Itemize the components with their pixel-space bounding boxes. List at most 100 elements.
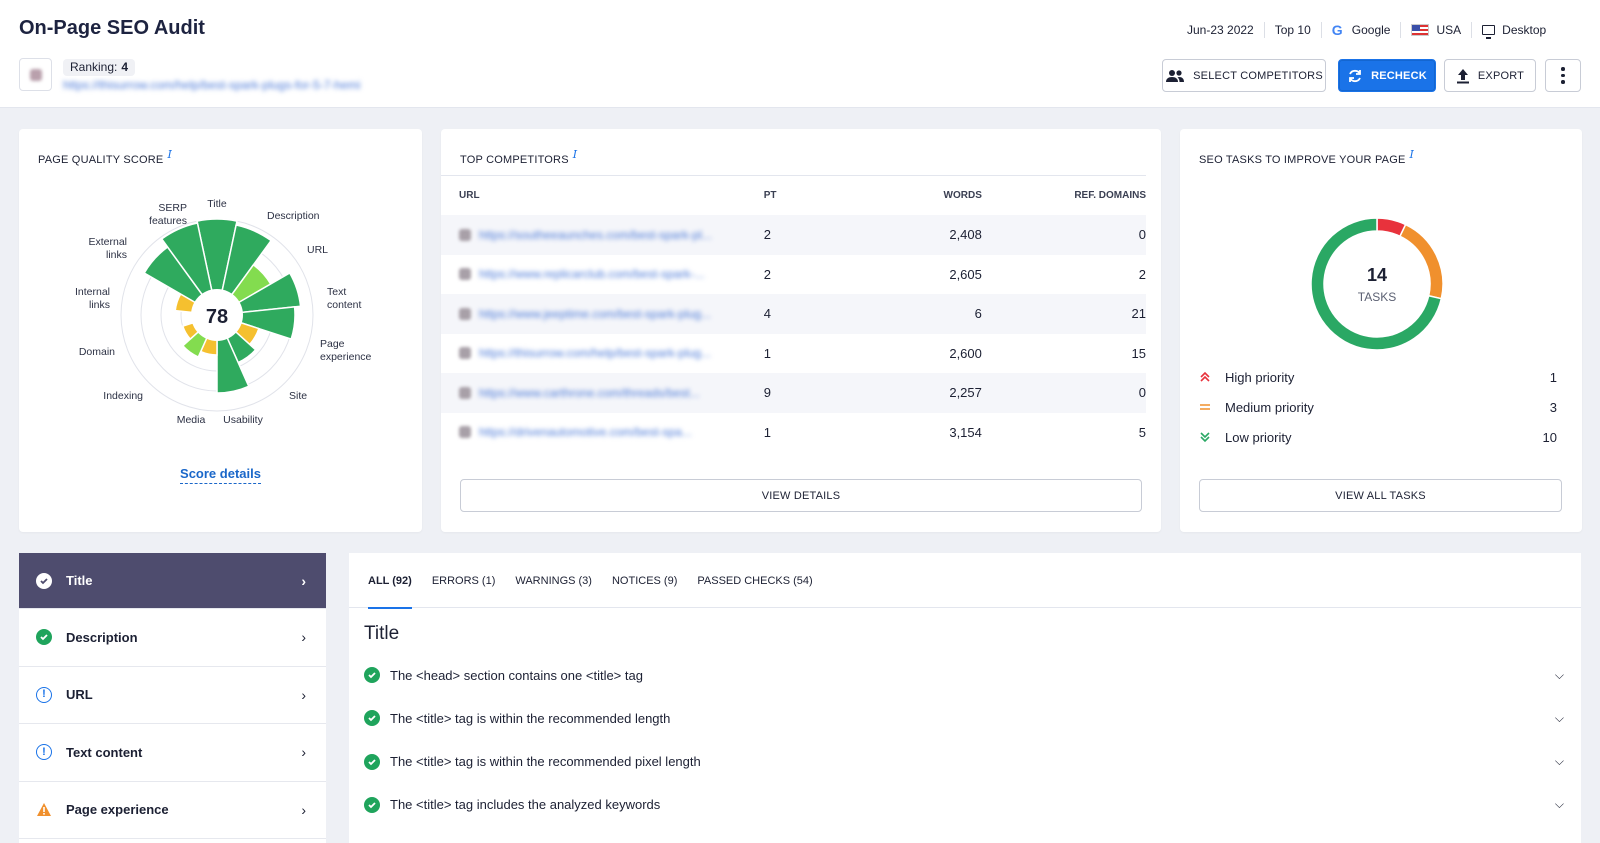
medium-priority-row[interactable]: Medium priority 3 [1199,397,1557,417]
chevron-down-icon[interactable]: ⌵ [1555,754,1564,769]
competitors-table: URL PT WORDS REF. DOMAINS https://southe… [441,175,1146,452]
words-cell: 2,605 [949,266,982,282]
radar-axis-label: Description [267,210,320,222]
info-icon[interactable]: i [1410,148,1415,161]
check-row[interactable]: The <title> tag is within the recommende… [364,752,1564,772]
select-competitors-label: SELECT COMPETITORS [1193,69,1323,82]
high-priority-value: 1 [1549,369,1557,385]
top-competitors-title: TOP COMPETITORS i [460,148,578,166]
seo-tasks-card: SEO TASKS TO IMPROVE YOUR PAGE i 14 TASKS… [1180,129,1582,532]
competitor-url-link[interactable]: https://southeeaunches.com/best-spark-pl… [479,228,749,242]
low-priority-value: 10 [1542,429,1557,445]
sidebar-item-title[interactable]: Title › [19,553,326,609]
view-all-tasks-button[interactable]: VIEW ALL TASKS [1199,479,1562,512]
col-words-header[interactable]: WORDS [815,190,982,201]
words-cell: 6 [974,306,982,322]
tab-passed[interactable]: PASSED CHECKS (54) [697,553,812,608]
page-quality-title: PAGE QUALITY SCORE i [38,148,172,166]
sidebar-item-description[interactable]: Description › [19,609,326,667]
table-row: https://thisurrow.com/help/best-spark-pl… [441,334,1146,374]
words-cell: 2,600 [949,345,982,361]
table-row: https://drivenautomotive.com/best-spa...… [441,413,1146,453]
competitor-url-link[interactable]: https://www.carthrone.com/threads/best..… [479,386,749,400]
low-priority-row[interactable]: Low priority 10 [1199,427,1557,447]
sidebar-item-text-content[interactable]: ! Text content › [19,724,326,782]
device: Desktop [1472,22,1556,39]
col-pt-header[interactable]: PT [756,190,815,201]
ranking-label: Ranking: [70,60,118,74]
us-flag-icon [1411,24,1430,36]
chevron-right-icon: › [301,629,306,646]
tab-all[interactable]: ALL (92) [368,553,412,609]
competitor-favicon [459,386,471,399]
competitor-url-cell: https://thisurrow.com/help/best-spark-pl… [441,346,756,360]
pt-cell: 4 [763,306,771,322]
device-label: Desktop [1502,23,1547,37]
competitor-url-cell: https://drivenautomotive.com/best-spa... [441,425,756,439]
check-row[interactable]: The <head> section contains one <title> … [364,665,1564,685]
recheck-button[interactable]: RECHECK [1338,59,1436,92]
chevron-right-icon: › [301,801,306,818]
recheck-label: RECHECK [1371,69,1427,82]
upload-icon [1456,68,1469,83]
competitor-favicon [459,307,471,320]
ref-domains-cell: 2 [1138,266,1146,282]
pt-cell: 2 [763,227,771,243]
pt-cell: 1 [763,345,771,361]
users-icon [1166,69,1185,82]
checks-panel: ALL (92) ERRORS (1) WARNINGS (3) NOTICES (9… [349,553,1581,843]
high-priority-label: High priority [1225,369,1295,385]
view-details-button[interactable]: VIEW DETAILS [460,479,1142,512]
table-body: https://southeeaunches.com/best-spark-pl… [441,215,1146,452]
search-engine: G Google [1322,22,1402,38]
col-ref-header[interactable]: REF. DOMAINS [982,190,1146,201]
country-label: USA [1436,23,1462,37]
chevron-right-icon: › [301,572,306,589]
competitor-url-link[interactable]: https://thisurrow.com/help/best-spark-pl… [479,346,749,360]
check-label: The <title> tag is within the recommende… [390,710,671,726]
analyzed-url-link[interactable]: https://thisurrow.com/help/best-spark-pl… [63,78,360,92]
chevron-down-icon[interactable]: ⌵ [1555,711,1564,726]
words-cell: 2,257 [949,385,982,401]
check-circle-icon [364,710,380,727]
col-url-header[interactable]: URL [441,190,756,201]
checks-tabs: ALL (92) ERRORS (1) WARNINGS (3) NOTICES (9… [349,553,1581,609]
low-priority-label: Low priority [1225,429,1292,445]
chevron-down-icon[interactable]: ⌵ [1555,668,1564,683]
radar-axis-label: Page experience [320,338,372,363]
info-icon[interactable]: i [167,148,172,161]
score-details-link[interactable]: Score details [180,466,261,484]
more-options-button[interactable] [1545,59,1581,92]
competitor-url-cell: https://southeeaunches.com/best-spark-pl… [441,228,756,242]
check-circle-icon [36,629,52,646]
top-results: Top 10 [1265,22,1322,38]
google-icon: G [1331,22,1343,38]
competitor-url-link[interactable]: https://www.jeeptime.com/best-spark-plug… [479,307,749,321]
tab-warnings[interactable]: WARNINGS (3) [515,553,592,608]
competitor-url-link[interactable]: https://drivenautomotive.com/best-spa... [479,425,749,439]
tab-errors[interactable]: ERRORS (1) [432,553,496,608]
radar-axis-label: SERP features [149,202,187,227]
sidebar-item-page-experience[interactable]: Page experience › [19,782,326,839]
check-circle-icon [364,667,380,683]
export-button[interactable]: EXPORT [1444,59,1536,92]
country: USA [1401,22,1473,38]
equals-icon [1200,404,1210,410]
high-priority-row[interactable]: High priority 1 [1199,367,1557,387]
kebab-menu-icon [1561,67,1565,84]
check-row[interactable]: The <title> tag includes the analyzed ke… [364,795,1564,815]
chevrons-up-icon [1200,371,1210,382]
sidebar-item-url[interactable]: ! URL › [19,667,326,724]
info-icon[interactable]: i [573,148,578,161]
ref-domains-cell: 0 [1138,385,1146,401]
table-row: https://www.carthrone.com/threads/best..… [441,373,1146,413]
sidebar-item-label: Description [66,629,138,645]
ref-domains-cell: 0 [1138,227,1146,243]
chevron-down-icon[interactable]: ⌵ [1555,797,1564,812]
tab-notices[interactable]: NOTICES (9) [612,553,677,608]
select-competitors-button[interactable]: SELECT COMPETITORS [1162,59,1326,92]
competitor-url-link[interactable]: https://www.replicarclub.com/best-spark-… [479,267,749,281]
check-row[interactable]: The <title> tag is within the recommende… [364,708,1564,728]
table-row: https://southeeaunches.com/best-spark-pl… [441,215,1146,255]
page-quality-card: PAGE QUALITY SCORE i 78 Title Description UR… [19,129,422,532]
